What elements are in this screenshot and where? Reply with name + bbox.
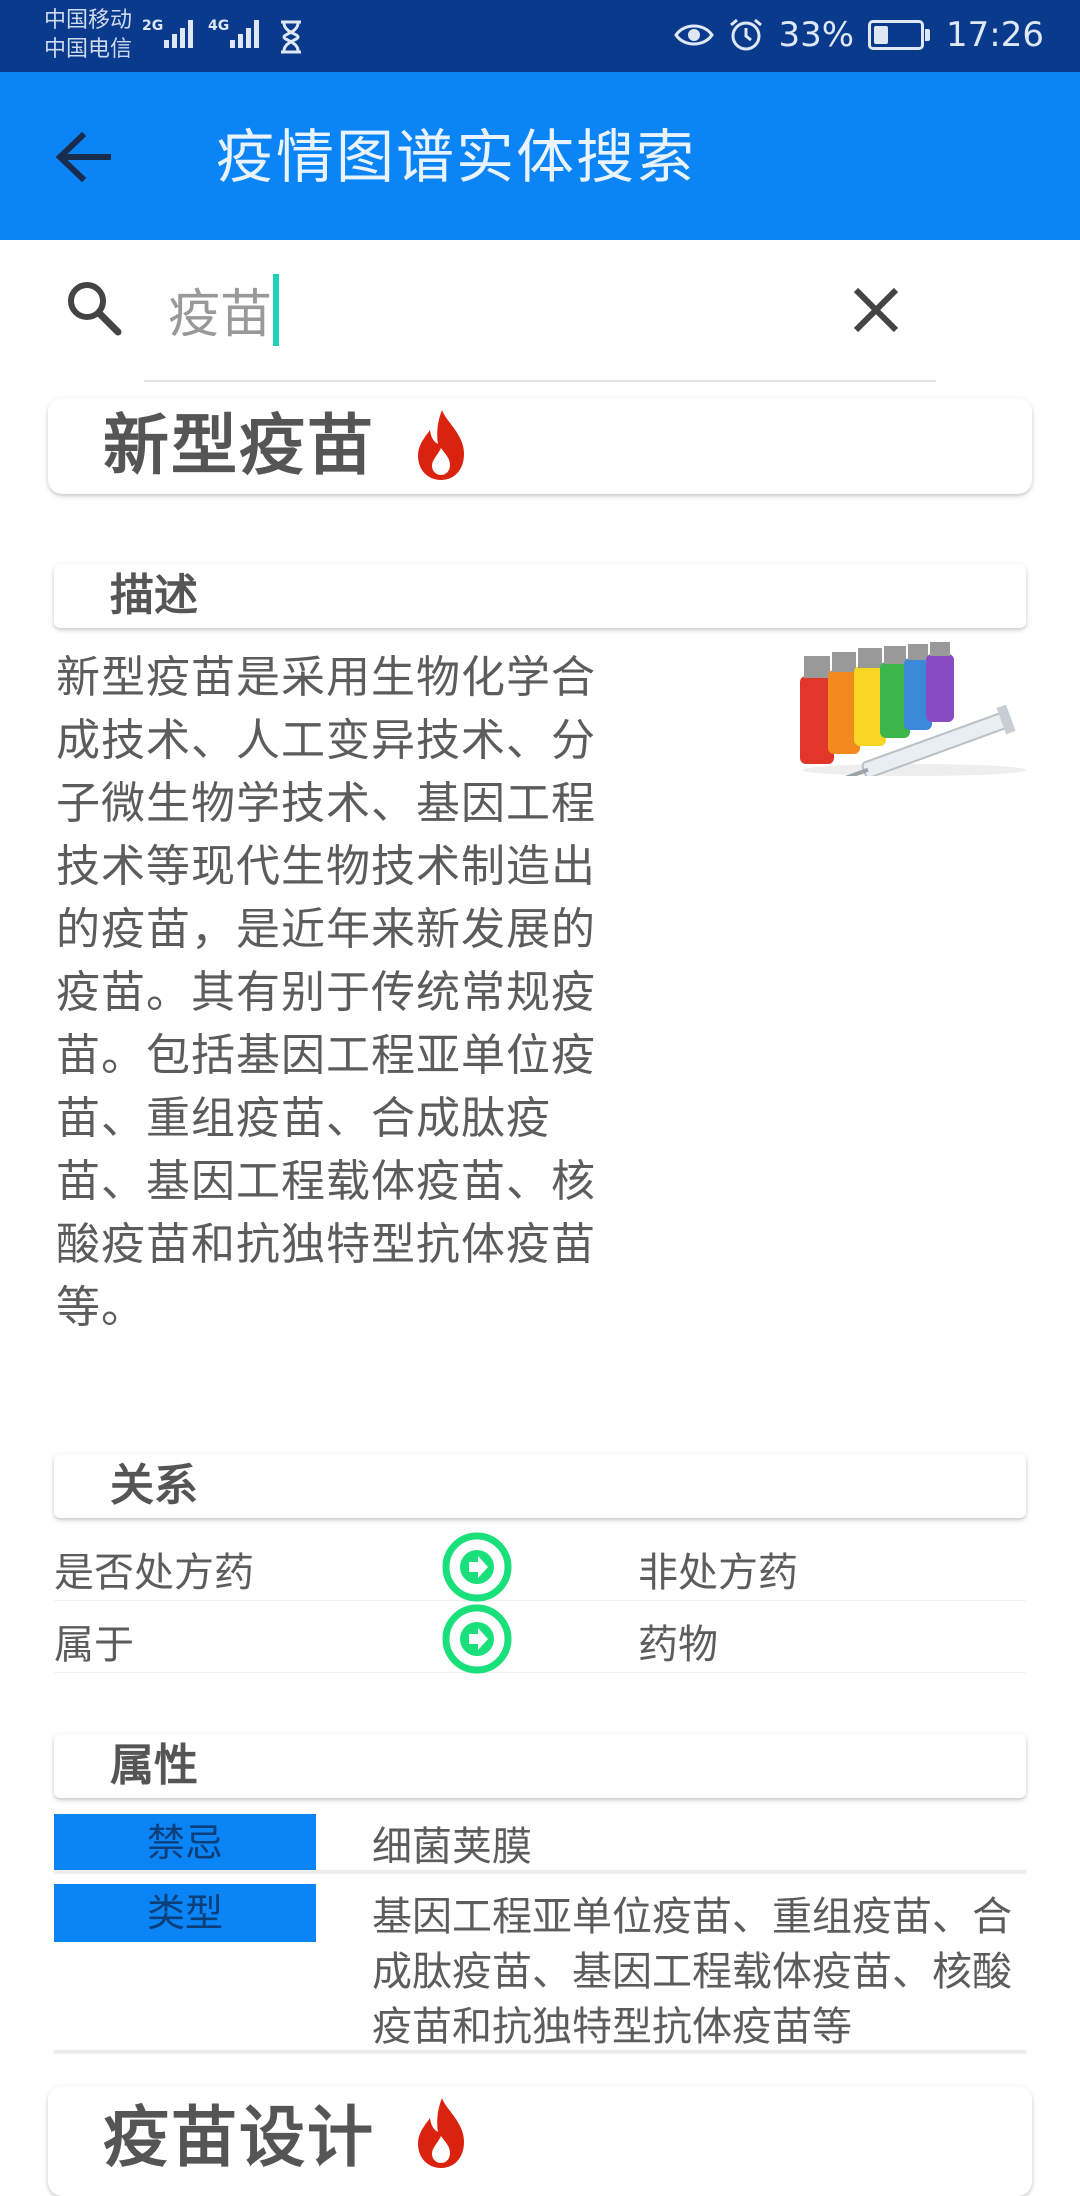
network-type-1: 2G (142, 18, 164, 34)
search-icon[interactable] (64, 278, 124, 338)
relation-subject: 是否处方药 (54, 1550, 254, 1596)
relations-label: 关系 (110, 1460, 198, 1511)
relations-header: 关系 (54, 1454, 1026, 1518)
search-underline (144, 380, 936, 382)
carrier-2: 中国电信 (44, 37, 133, 62)
description-label: 描述 (110, 570, 198, 621)
relation-subject: 属于 (54, 1622, 134, 1668)
status-right: 33% 17:26 (674, 12, 1044, 58)
carrier-1: 中国移动 (44, 8, 133, 33)
arrow-right-icon[interactable] (442, 1532, 512, 1602)
property-key: 禁忌 (54, 1814, 316, 1872)
relation-object[interactable]: 非处方药 (638, 1540, 798, 1598)
page-title: 疫情图谱实体搜索 (216, 123, 697, 191)
entity-title-card[interactable]: 疫苗设计 (48, 2086, 1032, 2196)
relation-row: 是否处方药 非处方药 (54, 1532, 1026, 1602)
description-header: 描述 (54, 564, 1026, 628)
arrow-right-icon[interactable] (442, 1604, 512, 1674)
back-arrow-icon[interactable] (48, 122, 118, 192)
vaccine-vials-image (798, 640, 1030, 776)
eye-icon (674, 24, 715, 46)
entity-title: 疫苗设计 (103, 2099, 375, 2176)
divider (54, 2050, 1026, 2052)
fire-icon (418, 410, 464, 480)
fire-icon (418, 2098, 464, 2168)
divider (54, 1870, 1026, 1872)
properties-label: 属性 (110, 1740, 198, 1791)
search-input[interactable] (168, 272, 828, 346)
battery-icon (868, 20, 931, 50)
property-key: 类型 (54, 1884, 316, 1942)
entity-title: 新型疫苗 (103, 407, 375, 484)
signal-icon: 4G (208, 16, 268, 52)
hourglass-icon (281, 20, 301, 54)
battery-percent: 33% (778, 15, 855, 55)
relation-row: 属于 药物 (54, 1604, 1026, 1674)
status-bar: 中国移动 中国电信 2G 4G 33% 17:26 (0, 0, 1080, 72)
description-text: 新型疫苗是采用生物化学合成技术、人工变异技术、分子微生物学技术、基因工程技术等现… (56, 652, 596, 1333)
entity-title-card[interactable]: 新型疫苗 (48, 398, 1032, 494)
description-panel: 新型疫苗是采用生物化学合成技术、人工变异技术、分子微生物学技术、基因工程技术等现… (54, 640, 1030, 1400)
app-bar: 疫情图谱实体搜索 (0, 72, 1080, 240)
text-cursor (273, 274, 279, 346)
network-type-2: 4G (208, 18, 230, 34)
close-icon[interactable] (848, 282, 904, 338)
property-row: 禁忌 细菌荚膜 (54, 1814, 1026, 1872)
carrier-labels: 中国移动 中国电信 (44, 6, 132, 64)
property-value: 细菌荚膜 (372, 1824, 532, 1870)
signal-icon: 2G (142, 16, 202, 52)
relation-object[interactable]: 药物 (638, 1612, 718, 1670)
clock: 17:26 (946, 15, 1044, 55)
property-value: 基因工程亚单位疫苗、重组疫苗、合成肽疫苗、基因工程载体疫苗、核酸疫苗和抗独特型抗… (372, 1894, 1012, 2050)
properties-header: 属性 (54, 1734, 1026, 1798)
alarm-icon (730, 18, 763, 51)
property-row: 类型 基因工程亚单位疫苗、重组疫苗、合成肽疫苗、基因工程载体疫苗、核酸疫苗和抗独… (54, 1884, 1026, 2054)
